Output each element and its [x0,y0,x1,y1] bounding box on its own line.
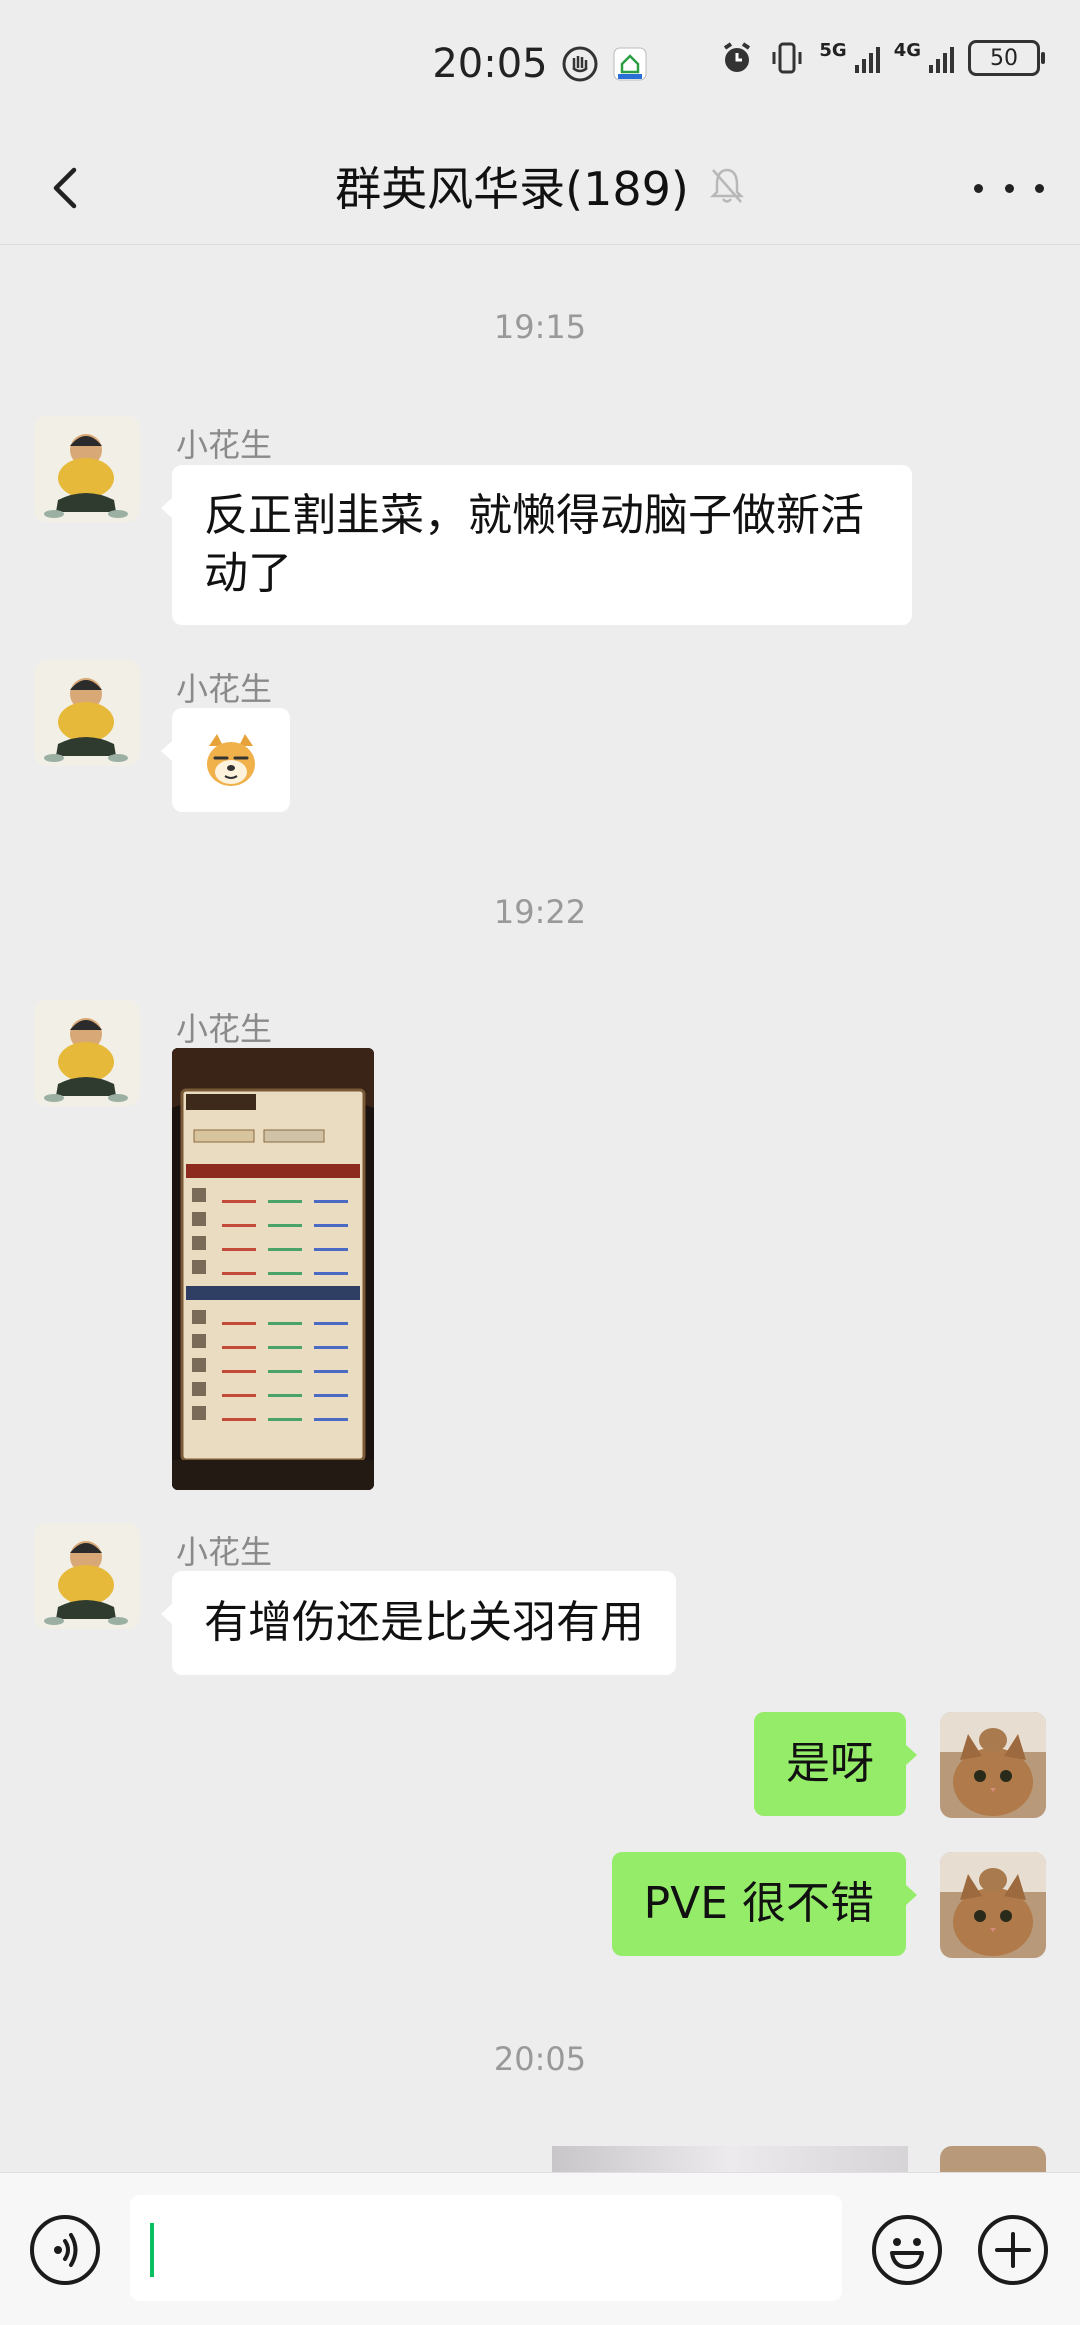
avatar[interactable] [34,1000,140,1106]
status-bar: 20:05 5G 4G 50 [0,0,1080,128]
chat-header: 群英风华录(189) [0,128,1080,245]
emoji-message-bubble[interactable] [161,708,290,812]
doge-emoji-icon [207,734,255,786]
signal-5g-icon [854,43,880,73]
my-avatar[interactable] [940,2146,1046,2172]
my-avatar[interactable] [940,1852,1046,1958]
text-cursor [150,2223,154,2277]
voice-icon [54,2233,78,2267]
clock: 20:05 [432,41,548,87]
message-text: 反正割韭菜，就懒得动脑子做新活动了 [204,490,864,599]
message-text: 是呀 [786,1738,874,1789]
emoji-button[interactable] [872,2215,942,2285]
message-bubble[interactable]: 反正割韭菜，就懒得动脑子做新活动了 [161,465,912,625]
back-button[interactable] [36,158,96,218]
network-5g-label: 5G [819,40,847,61]
avatar[interactable] [34,660,140,766]
sender-name: 小花生 [176,670,273,708]
message-bubble[interactable]: 有增伤还是比关羽有用 [161,1571,676,1675]
app-notification-icon [613,47,647,81]
chat-title: 群英风华录(189) [335,162,689,216]
hand-icon [562,46,598,82]
battery-icon: 50 [968,40,1045,76]
vibrate-icon [772,42,802,74]
smiley-icon [890,2238,924,2269]
input-bar [0,2172,1080,2325]
message-input[interactable] [130,2195,842,2301]
more-options-button[interactable] [974,168,1044,208]
image-message[interactable] [172,1048,374,1490]
battery-level: 50 [990,45,1018,71]
image-message-partial[interactable] [552,2146,908,2172]
network-4g-label: 4G [893,40,921,61]
sender-name: 小花生 [176,426,273,464]
message-text: PVE 很不错 [643,1878,874,1929]
my-avatar[interactable] [940,1712,1046,1818]
alarm-icon [724,42,751,72]
timestamp: 20:05 [493,2040,587,2078]
signal-4g-icon [929,43,954,73]
my-message-bubble[interactable]: PVE 很不错 [611,1852,918,1956]
timestamp: 19:15 [493,308,587,346]
avatar[interactable] [34,416,140,522]
message-text: 有增伤还是比关羽有用 [204,1597,644,1648]
avatar[interactable] [34,1523,140,1629]
more-functions-button[interactable] [978,2215,1048,2285]
sender-name: 小花生 [176,1010,273,1048]
sender-name: 小花生 [176,1533,273,1571]
mute-bell-icon [709,168,744,203]
my-message-bubble[interactable]: 是呀 [754,1712,917,1816]
voice-input-button[interactable] [30,2215,100,2285]
plus-icon [995,2232,1031,2268]
timestamp: 19:22 [493,893,587,931]
